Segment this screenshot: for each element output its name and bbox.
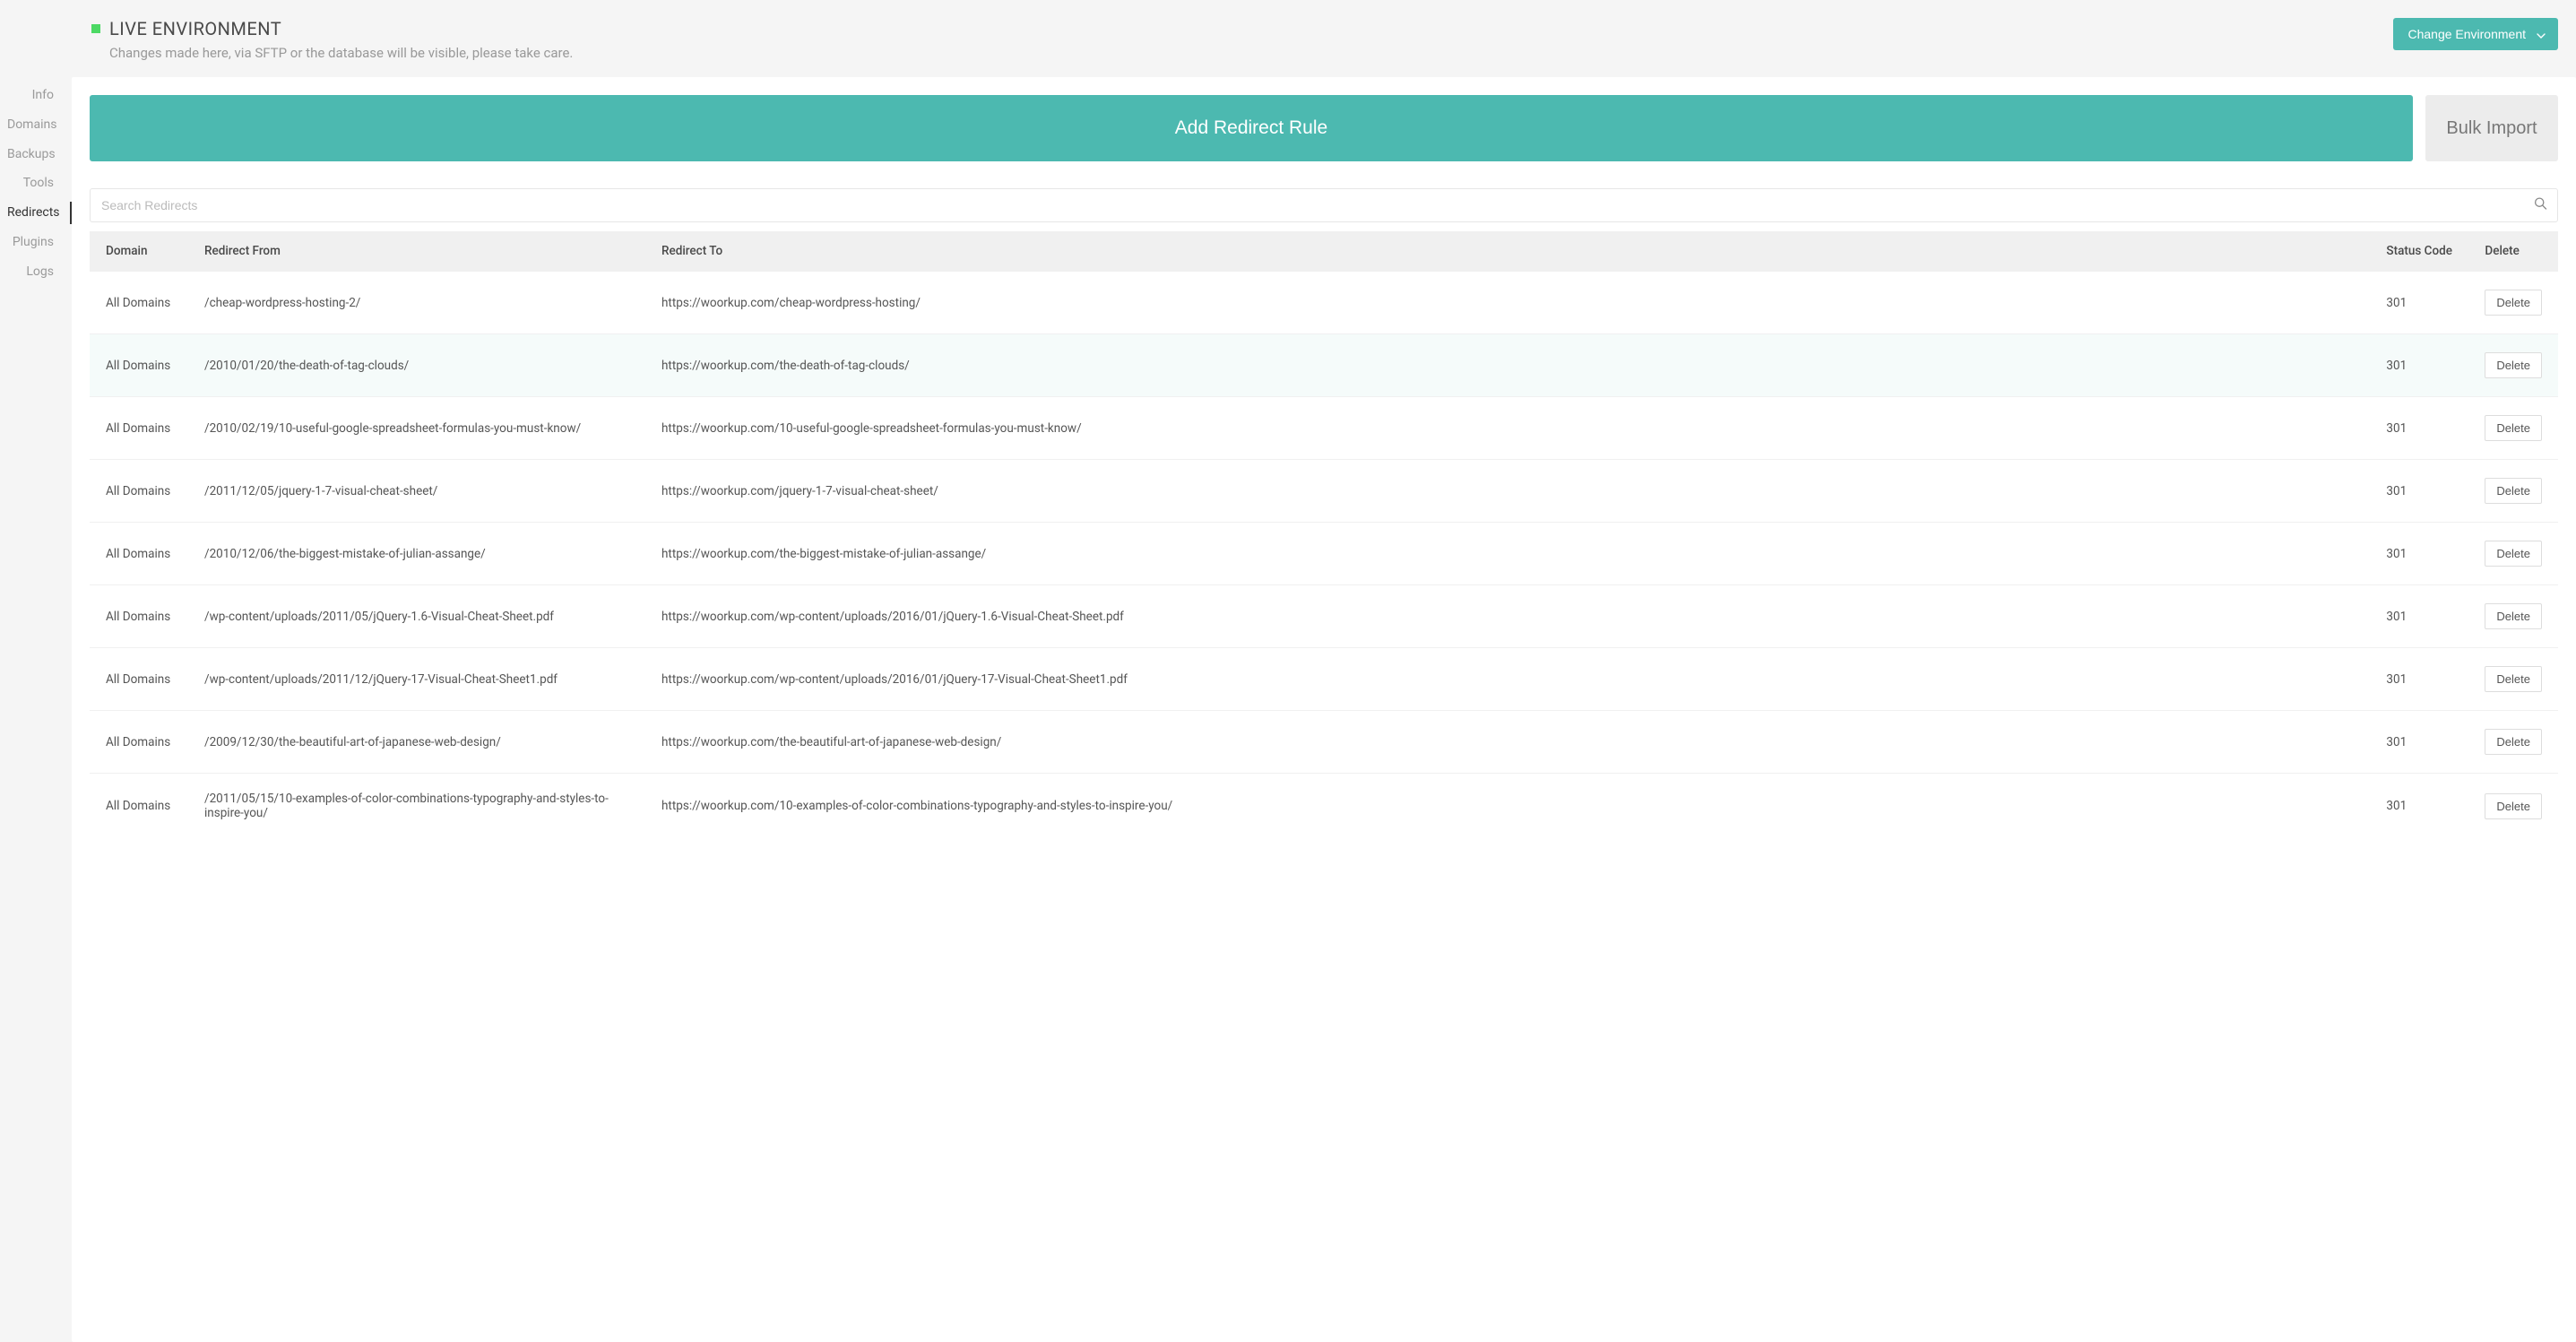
cell-redirect-from: /2010/12/06/the-biggest-mistake-of-julia… [188, 523, 645, 585]
table-row: All Domains/wp-content/uploads/2011/05/j… [90, 585, 2558, 648]
delete-button[interactable]: Delete [2485, 478, 2542, 504]
cell-status-code: 301 [2370, 648, 2468, 711]
cell-status-code: 301 [2370, 334, 2468, 397]
cell-delete: Delete [2468, 774, 2558, 839]
th-redirect-to: Redirect To [645, 231, 2370, 272]
cell-domain: All Domains [90, 774, 188, 839]
bulk-import-button[interactable]: Bulk Import [2425, 95, 2558, 161]
add-redirect-rule-button[interactable]: Add Redirect Rule [90, 95, 2413, 161]
cell-redirect-from: /2011/05/15/10-examples-of-color-combina… [188, 774, 645, 839]
sidebar: Info Domains Backups Tools Redirects Plu… [0, 0, 72, 1342]
cell-redirect-to: https://woorkup.com/10-examples-of-color… [645, 774, 2370, 839]
cell-redirect-to: https://woorkup.com/cheap-wordpress-host… [645, 272, 2370, 334]
table-row: All Domains/2011/12/05/jquery-1-7-visual… [90, 460, 2558, 523]
cell-status-code: 301 [2370, 460, 2468, 523]
topbar: LIVE ENVIRONMENT Changes made here, via … [72, 0, 2576, 77]
redirects-table: Domain Redirect From Redirect To Status … [90, 231, 2558, 838]
table-row: All Domains/wp-content/uploads/2011/12/j… [90, 648, 2558, 711]
table-row: All Domains/2010/01/20/the-death-of-tag-… [90, 334, 2558, 397]
delete-button[interactable]: Delete [2485, 666, 2542, 692]
cell-domain: All Domains [90, 334, 188, 397]
th-redirect-from: Redirect From [188, 231, 645, 272]
main-content: LIVE ENVIRONMENT Changes made here, via … [72, 0, 2576, 1342]
live-indicator-icon [91, 24, 100, 33]
table-row: All Domains/2009/12/30/the-beautiful-art… [90, 711, 2558, 774]
sidebar-item-plugins[interactable]: Plugins [0, 228, 72, 257]
sidebar-item-domains[interactable]: Domains [0, 110, 72, 140]
delete-button[interactable]: Delete [2485, 541, 2542, 567]
cell-domain: All Domains [90, 711, 188, 774]
delete-button[interactable]: Delete [2485, 290, 2542, 316]
cell-redirect-from: /2009/12/30/the-beautiful-art-of-japanes… [188, 711, 645, 774]
cell-status-code: 301 [2370, 523, 2468, 585]
table-header-row: Domain Redirect From Redirect To Status … [90, 231, 2558, 272]
table-row: All Domains/2011/05/15/10-examples-of-co… [90, 774, 2558, 839]
environment-subtext: Changes made here, via SFTP or the datab… [109, 45, 573, 61]
cell-delete: Delete [2468, 523, 2558, 585]
environment-title: LIVE ENVIRONMENT [109, 18, 281, 39]
cell-domain: All Domains [90, 460, 188, 523]
table-row: All Domains/cheap-wordpress-hosting-2/ht… [90, 272, 2558, 334]
cell-status-code: 301 [2370, 272, 2468, 334]
cell-status-code: 301 [2370, 711, 2468, 774]
cell-redirect-from: /cheap-wordpress-hosting-2/ [188, 272, 645, 334]
cell-redirect-from: /wp-content/uploads/2011/05/jQuery-1.6-V… [188, 585, 645, 648]
cell-redirect-to: https://woorkup.com/jquery-1-7-visual-ch… [645, 460, 2370, 523]
sidebar-item-info[interactable]: Info [0, 81, 72, 110]
delete-button[interactable]: Delete [2485, 603, 2542, 629]
cell-redirect-to: https://woorkup.com/wp-content/uploads/2… [645, 585, 2370, 648]
cell-domain: All Domains [90, 585, 188, 648]
th-status-code: Status Code [2370, 231, 2468, 272]
delete-button[interactable]: Delete [2485, 793, 2542, 819]
cell-redirect-from: /wp-content/uploads/2011/12/jQuery-17-Vi… [188, 648, 645, 711]
change-environment-button[interactable]: Change Environment [2393, 18, 2558, 50]
th-delete: Delete [2468, 231, 2558, 272]
cell-domain: All Domains [90, 272, 188, 334]
cell-redirect-to: https://woorkup.com/the-death-of-tag-clo… [645, 334, 2370, 397]
cell-domain: All Domains [90, 523, 188, 585]
cell-redirect-to: https://woorkup.com/10-useful-google-spr… [645, 397, 2370, 460]
delete-button[interactable]: Delete [2485, 352, 2542, 378]
sidebar-item-logs[interactable]: Logs [0, 257, 72, 287]
cell-delete: Delete [2468, 397, 2558, 460]
cell-delete: Delete [2468, 272, 2558, 334]
cell-domain: All Domains [90, 648, 188, 711]
sidebar-item-backups[interactable]: Backups [0, 140, 72, 169]
cell-domain: All Domains [90, 397, 188, 460]
sidebar-item-redirects[interactable]: Redirects [0, 198, 72, 228]
cell-redirect-from: /2011/12/05/jquery-1-7-visual-cheat-shee… [188, 460, 645, 523]
change-environment-label: Change Environment [2407, 27, 2526, 41]
search-input[interactable] [90, 188, 2558, 222]
cell-status-code: 301 [2370, 585, 2468, 648]
sidebar-item-tools[interactable]: Tools [0, 169, 72, 198]
cell-delete: Delete [2468, 648, 2558, 711]
content-panel: Add Redirect Rule Bulk Import Domain Red… [72, 77, 2576, 1342]
cell-redirect-to: https://woorkup.com/wp-content/uploads/2… [645, 648, 2370, 711]
cell-delete: Delete [2468, 585, 2558, 648]
cell-status-code: 301 [2370, 397, 2468, 460]
chevron-down-icon [2537, 27, 2546, 41]
delete-button[interactable]: Delete [2485, 729, 2542, 755]
cell-redirect-from: /2010/02/19/10-useful-google-spreadsheet… [188, 397, 645, 460]
cell-redirect-to: https://woorkup.com/the-biggest-mistake-… [645, 523, 2370, 585]
cell-redirect-from: /2010/01/20/the-death-of-tag-clouds/ [188, 334, 645, 397]
environment-block: LIVE ENVIRONMENT Changes made here, via … [91, 18, 573, 61]
cell-redirect-to: https://woorkup.com/the-beautiful-art-of… [645, 711, 2370, 774]
table-row: All Domains/2010/02/19/10-useful-google-… [90, 397, 2558, 460]
table-row: All Domains/2010/12/06/the-biggest-mista… [90, 523, 2558, 585]
cell-status-code: 301 [2370, 774, 2468, 839]
cell-delete: Delete [2468, 460, 2558, 523]
delete-button[interactable]: Delete [2485, 415, 2542, 441]
cell-delete: Delete [2468, 334, 2558, 397]
cell-delete: Delete [2468, 711, 2558, 774]
th-domain: Domain [90, 231, 188, 272]
